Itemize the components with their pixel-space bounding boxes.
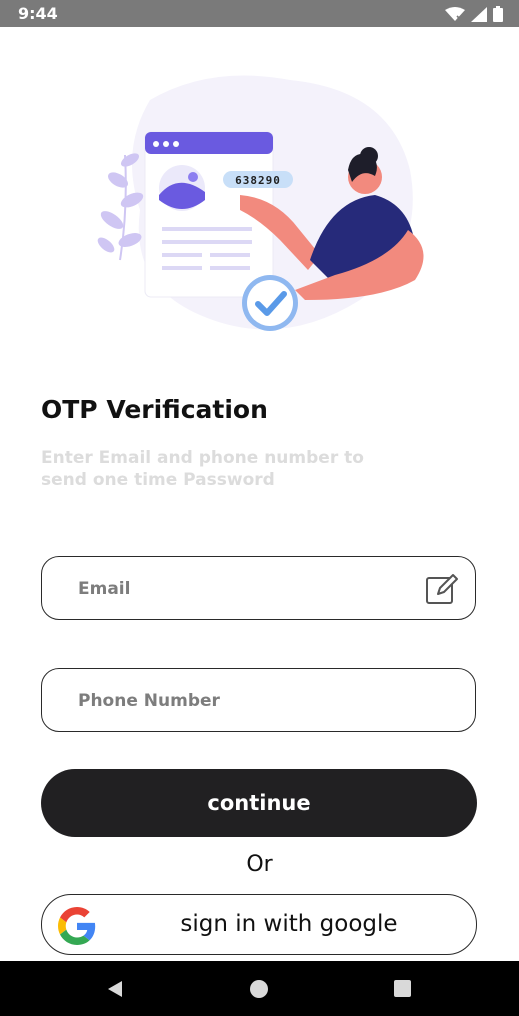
status-icons <box>445 6 503 22</box>
page-subtitle: Enter Email and phone number to send one… <box>41 448 364 490</box>
wifi-icon <box>445 6 465 21</box>
google-icon <box>58 907 96 945</box>
otp-illustration: 638290 <box>97 75 424 331</box>
page-title: OTP Verification <box>41 395 268 424</box>
otp-code-text: 638290 <box>235 174 281 187</box>
home-icon[interactable] <box>250 980 268 998</box>
phone-number-input[interactable] <box>76 669 420 733</box>
back-icon[interactable] <box>106 980 124 998</box>
email-input[interactable] <box>76 557 420 621</box>
or-divider-text: Or <box>246 852 273 877</box>
continue-button[interactable]: continue <box>41 769 477 837</box>
otp-code-badge: 638290 <box>223 171 293 188</box>
google-sign-in-label: sign in with google <box>180 911 398 937</box>
google-sign-in-button[interactable]: sign in with google <box>41 894 477 955</box>
recents-icon[interactable] <box>394 980 411 997</box>
battery-icon <box>493 6 503 22</box>
check-badge <box>242 275 298 331</box>
email-field-container <box>41 556 476 621</box>
cell-signal-icon <box>471 6 487 22</box>
system-nav-bar <box>0 961 519 1016</box>
edit-icon[interactable] <box>425 572 459 606</box>
phone-field-container <box>41 668 476 733</box>
status-time: 9:44 <box>18 4 58 23</box>
status-bar: 9:44 <box>0 0 519 27</box>
